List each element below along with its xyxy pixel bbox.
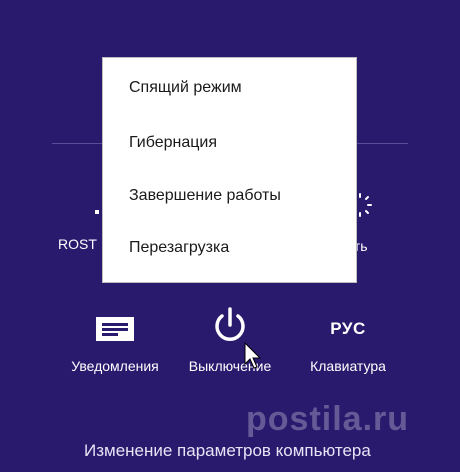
change-pc-settings-link[interactable]: Изменение параметров компьютера: [84, 441, 371, 461]
notifications-label: Уведомления: [71, 358, 159, 374]
keyboard-label: Клавиатура: [310, 358, 386, 374]
network-icon: [95, 210, 99, 214]
keyboard-language: РУС: [330, 319, 366, 338]
notifications-icon: [96, 317, 134, 341]
watermark: postila.ru: [246, 400, 410, 438]
power-icon: [215, 307, 245, 341]
power-menu: Спящий режим Гибернация Завершение работ…: [102, 57, 357, 283]
tile-keyboard[interactable]: РУС Клавиатура: [300, 312, 396, 374]
menu-item-sleep[interactable]: Спящий режим: [129, 79, 242, 97]
menu-item-hibernate[interactable]: Гибернация: [129, 134, 217, 152]
mouse-cursor-icon: [244, 342, 262, 369]
tile-notifications[interactable]: Уведомления: [60, 312, 170, 374]
tile-power[interactable]: Выключение: [178, 306, 282, 374]
menu-item-restart[interactable]: Перезагрузка: [129, 239, 229, 257]
menu-item-shutdown[interactable]: Завершение работы: [129, 187, 281, 205]
power-label: Выключение: [188, 358, 272, 374]
